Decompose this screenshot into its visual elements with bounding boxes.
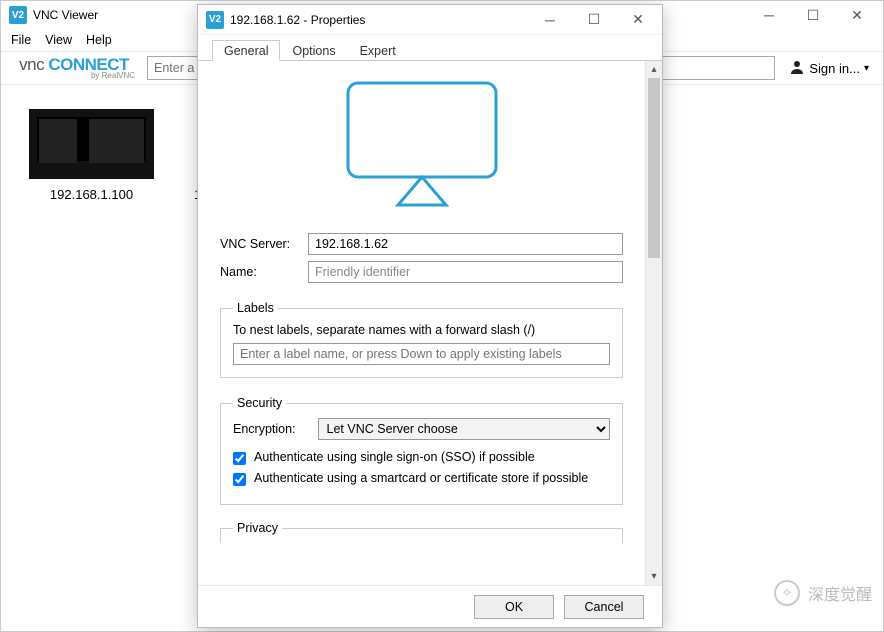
vnc-logo-icon: V2: [9, 6, 27, 24]
wechat-icon: ✧: [774, 580, 800, 606]
brand-sub: by RealVNC: [91, 72, 135, 79]
scroll-down-icon[interactable]: ▾: [646, 568, 662, 585]
tab-general[interactable]: General: [212, 40, 280, 61]
sign-in-button[interactable]: Sign in... ▾: [783, 56, 875, 80]
tab-row: General Options Expert: [198, 35, 662, 61]
vnc-logo-icon: V2: [206, 11, 224, 29]
labels-legend: Labels: [233, 301, 278, 315]
labels-hint: To nest labels, separate names with a fo…: [233, 323, 610, 337]
security-legend: Security: [233, 396, 286, 410]
menu-help[interactable]: Help: [86, 33, 112, 47]
scroll-up-icon[interactable]: ▴: [646, 61, 662, 78]
connection-label: 192.168.1.100: [50, 187, 133, 202]
monitor-icon: [220, 71, 623, 227]
scroll-thumb[interactable]: [648, 78, 660, 258]
tab-expert[interactable]: Expert: [348, 40, 408, 61]
cancel-button[interactable]: Cancel: [564, 595, 644, 619]
security-group: Security Encryption: Let VNC Server choo…: [220, 396, 623, 505]
name-label: Name:: [220, 265, 298, 279]
privacy-legend: Privacy: [233, 521, 282, 535]
brand-vnc: vnc: [19, 55, 44, 74]
scrollbar[interactable]: ▴ ▾: [645, 61, 662, 585]
labels-group: Labels To nest labels, separate names wi…: [220, 301, 623, 378]
dialog-footer: OK Cancel: [198, 585, 662, 627]
chevron-down-icon: ▾: [864, 63, 869, 74]
sso-checkbox-label: Authenticate using single sign-on (SSO) …: [254, 450, 535, 464]
scroll-track[interactable]: [646, 78, 662, 568]
cert-checkbox[interactable]: [233, 473, 246, 486]
privacy-group: Privacy: [220, 521, 623, 543]
close-button[interactable]: ✕: [835, 1, 879, 29]
properties-dialog: V2 192.168.1.62 - Properties ─ ☐ ✕ Gener…: [197, 4, 663, 628]
ok-button[interactable]: OK: [474, 595, 554, 619]
dialog-minimize-button[interactable]: ─: [528, 5, 572, 35]
tab-options[interactable]: Options: [280, 40, 347, 61]
dialog-content: VNC Server: Name: Labels To nest labels,…: [198, 61, 645, 585]
connection-item[interactable]: 192.168.1.100: [29, 109, 154, 202]
encryption-select[interactable]: Let VNC Server choose: [318, 418, 610, 440]
vnc-server-label: VNC Server:: [220, 237, 298, 251]
user-icon: [789, 59, 805, 78]
sso-checkbox[interactable]: [233, 452, 246, 465]
cert-checkbox-label: Authenticate using a smartcard or certif…: [254, 471, 588, 485]
dialog-close-button[interactable]: ✕: [616, 5, 660, 35]
vnc-server-input[interactable]: [308, 233, 623, 255]
maximize-button[interactable]: ☐: [791, 1, 835, 29]
dialog-titlebar: V2 192.168.1.62 - Properties ─ ☐ ✕: [198, 5, 662, 35]
watermark-text: 深度觉醒: [808, 581, 872, 605]
watermark: ✧ 深度觉醒: [774, 580, 872, 606]
dialog-title: 192.168.1.62 - Properties: [230, 13, 528, 27]
menu-file[interactable]: File: [11, 33, 31, 47]
labels-input[interactable]: [233, 343, 610, 365]
menu-view[interactable]: View: [45, 33, 72, 47]
dialog-maximize-button[interactable]: ☐: [572, 5, 616, 35]
name-input[interactable]: [308, 261, 623, 283]
minimize-button[interactable]: ─: [747, 1, 791, 29]
encryption-label: Encryption:: [233, 422, 296, 436]
brand-logo: vnc CONNECT by RealVNC: [9, 57, 139, 79]
connection-thumbnail: [29, 109, 154, 179]
sign-in-label: Sign in...: [809, 61, 860, 76]
